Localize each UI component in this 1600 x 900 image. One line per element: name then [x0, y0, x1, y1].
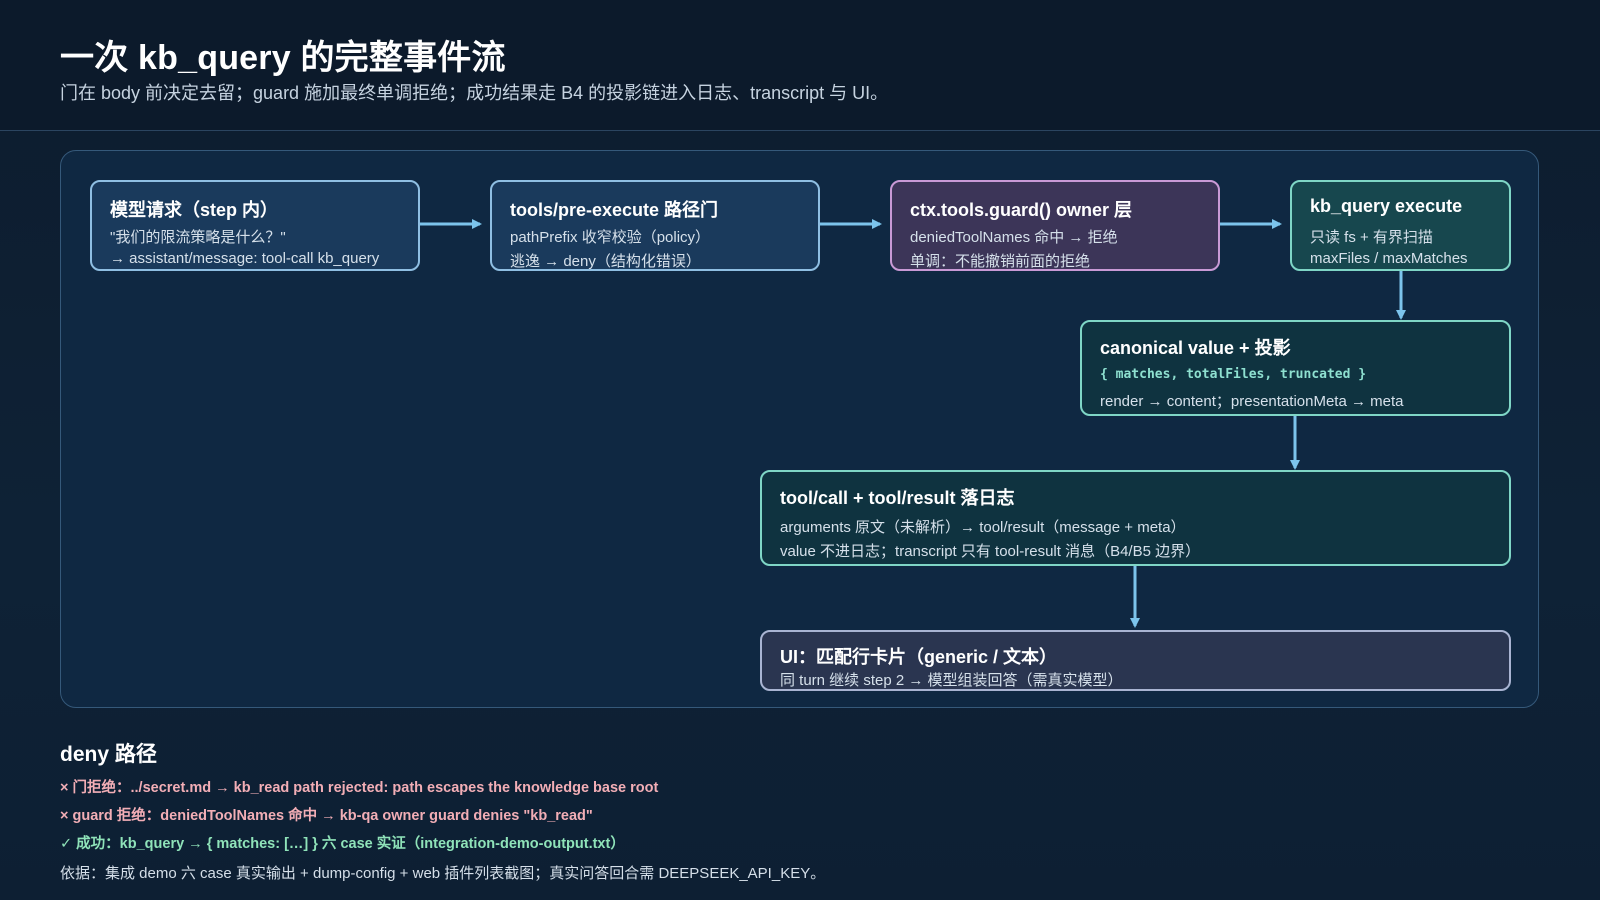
node-title: kb_query execute [1310, 196, 1463, 216]
node-title: ctx.tools.guard() owner 层 [910, 200, 1133, 220]
node-line: maxFiles / maxMatches [1310, 250, 1468, 267]
node-line: "我们的限流策略是什么？" [110, 229, 286, 246]
node-line: 逃逸 → deny（结构化错误） [510, 253, 701, 270]
success-line: ✓ 成功：kb_query → { matches: […] } 六 case … [60, 836, 625, 852]
node-pre-execute-gate: tools/pre-execute 路径门 pathPrefix 收窄校验（po… [490, 180, 820, 271]
deny-guard-line: × guard 拒绝：deniedToolNames 命中 → kb-qa ow… [60, 808, 593, 824]
node-line: 同 turn 继续 step 2 → 模型组装回答（需真实模型） [780, 672, 1123, 689]
evidence-note: 依据：集成 demo 六 case 真实输出 + dump-config + w… [60, 865, 826, 882]
node-model-request: 模型请求（step 内） "我们的限流策略是什么？" → assistant/m… [90, 180, 420, 271]
node-line: pathPrefix 收窄校验（policy） [510, 229, 711, 246]
node-log-entry: tool/call + tool/result 落日志 arguments 原文… [760, 470, 1511, 566]
page-title: 一次 kb_query 的完整事件流 [60, 39, 506, 77]
deny-section-title: deny 路径 [60, 743, 157, 766]
node-title: tools/pre-execute 路径门 [510, 200, 719, 220]
node-line: 只读 fs + 有界扫描 [1310, 229, 1433, 246]
node-kb-query-execute: kb_query execute 只读 fs + 有界扫描 maxFiles /… [1290, 180, 1511, 271]
node-line: value 不进日志；transcript 只有 tool-result 消息（… [780, 543, 1201, 560]
node-line: arguments 原文（未解析）→ tool/result（message +… [780, 519, 1186, 536]
deny-gate-line: × 门拒绝：../secret.md → kb_read path reject… [60, 780, 659, 796]
node-line: 单调：不能撤销前面的拒绝 [910, 253, 1091, 270]
page-header: 一次 kb_query 的完整事件流 门在 body 前决定去留；guard 施… [0, 0, 1600, 131]
node-line: → assistant/message: tool-call kb_query [110, 250, 380, 267]
node-guard-owner: ctx.tools.guard() owner 层 deniedToolName… [890, 180, 1220, 271]
node-ui-card: UI：匹配行卡片（generic / 文本） 同 turn 继续 step 2 … [760, 630, 1511, 691]
node-code: { matches, totalFiles, truncated } [1100, 367, 1367, 382]
node-canonical-projection: canonical value + 投影 { matches, totalFil… [1080, 320, 1511, 416]
node-line: deniedToolNames 命中 → 拒绝 [910, 229, 1118, 246]
page-subtitle: 门在 body 前决定去留；guard 施加最终单调拒绝；成功结果走 B4 的投… [60, 83, 889, 103]
node-title: 模型请求（step 内） [110, 200, 279, 220]
node-title: tool/call + tool/result 落日志 [780, 488, 1015, 508]
node-title: canonical value + 投影 [1100, 338, 1291, 358]
node-title: UI：匹配行卡片（generic / 文本） [780, 647, 1058, 667]
node-line: render → content；presentationMeta → meta [1100, 393, 1404, 410]
